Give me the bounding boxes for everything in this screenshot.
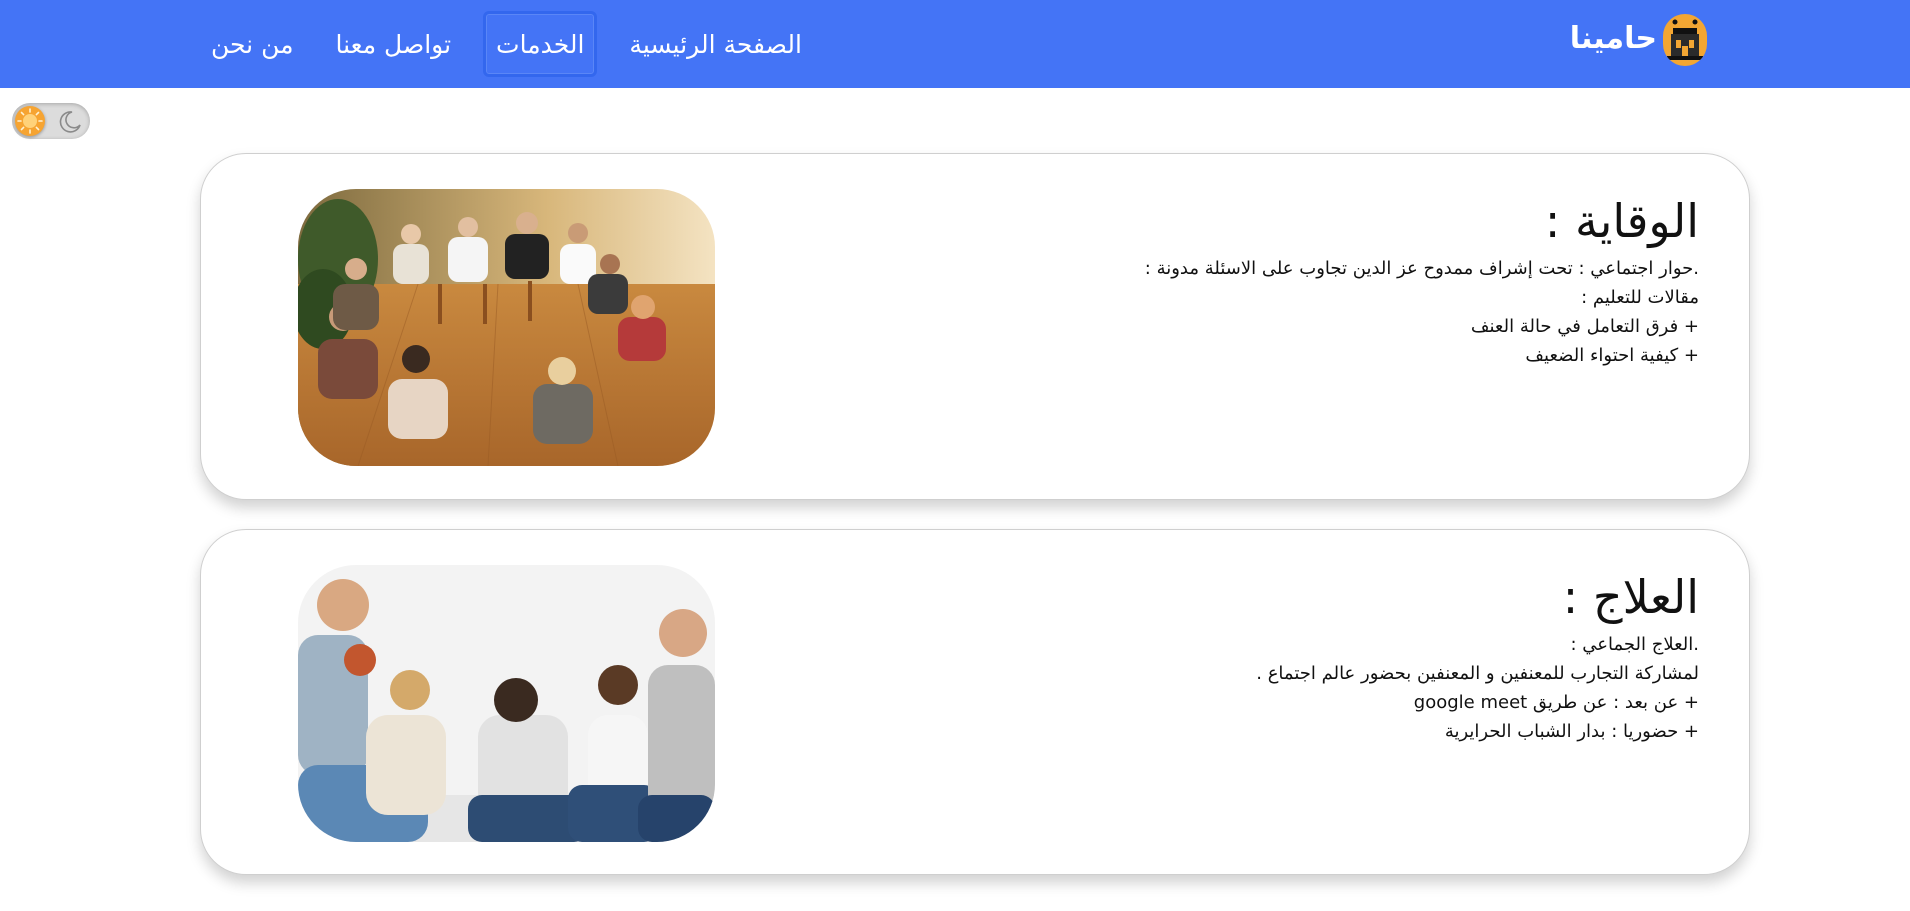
nav-links: من نحن تواصل معنا الخدمات الصفحة الرئيسي…: [190, 8, 823, 80]
card-line: + عن بعد : عن طريق google meet: [1413, 692, 1699, 713]
brand[interactable]: حامينا: [1570, 14, 1707, 66]
moon-icon: [57, 109, 83, 137]
service-card-treatment: العلاج : .العلاج الجماعي : لمشاركة التجا…: [200, 529, 1750, 875]
card-line: + كيفية احتواء الضعيف: [1525, 345, 1699, 366]
card-line: .العلاج الجماعي :: [1570, 634, 1700, 655]
building-mosque-icon: [1663, 14, 1707, 66]
card-line: مقالات للتعليم :: [1581, 287, 1699, 308]
sun-icon: [15, 106, 45, 136]
nav-contact-us[interactable]: تواصل معنا: [326, 11, 462, 77]
nav-services[interactable]: الخدمات: [483, 11, 598, 77]
card-line: + فرق التعامل في حالة العنف: [1470, 316, 1699, 337]
top-navbar: من نحن تواصل معنا الخدمات الصفحة الرئيسي…: [0, 0, 1910, 88]
card-title: العلاج :: [1562, 570, 1699, 624]
brand-name: حامينا: [1569, 20, 1657, 56]
theme-toggle[interactable]: [12, 103, 90, 139]
support-group-photo: [298, 189, 715, 466]
card-line: لمشاركة التجارب للمعنفين و المعنفين بحضو…: [1256, 663, 1699, 684]
service-card-prevention: الوقاية : .حوار اجتماعي : تحت إشراف ممدو…: [200, 153, 1750, 500]
card-title: الوقاية :: [1544, 194, 1699, 248]
card-text: الوقاية : .حوار اجتماعي : تحت إشراف ممدو…: [1145, 192, 1699, 370]
card-text: العلاج : .العلاج الجماعي : لمشاركة التجا…: [1256, 568, 1699, 746]
card-line: .حوار اجتماعي : تحت إشراف ممدوح عز الدين…: [1144, 258, 1699, 279]
card-line: + حضوريا : بدار الشباب الحرايرية: [1444, 721, 1699, 742]
nav-home[interactable]: الصفحة الرئيسية: [619, 11, 812, 77]
group-therapy-photo: [298, 565, 715, 842]
nav-about-us[interactable]: من نحن: [201, 11, 304, 77]
